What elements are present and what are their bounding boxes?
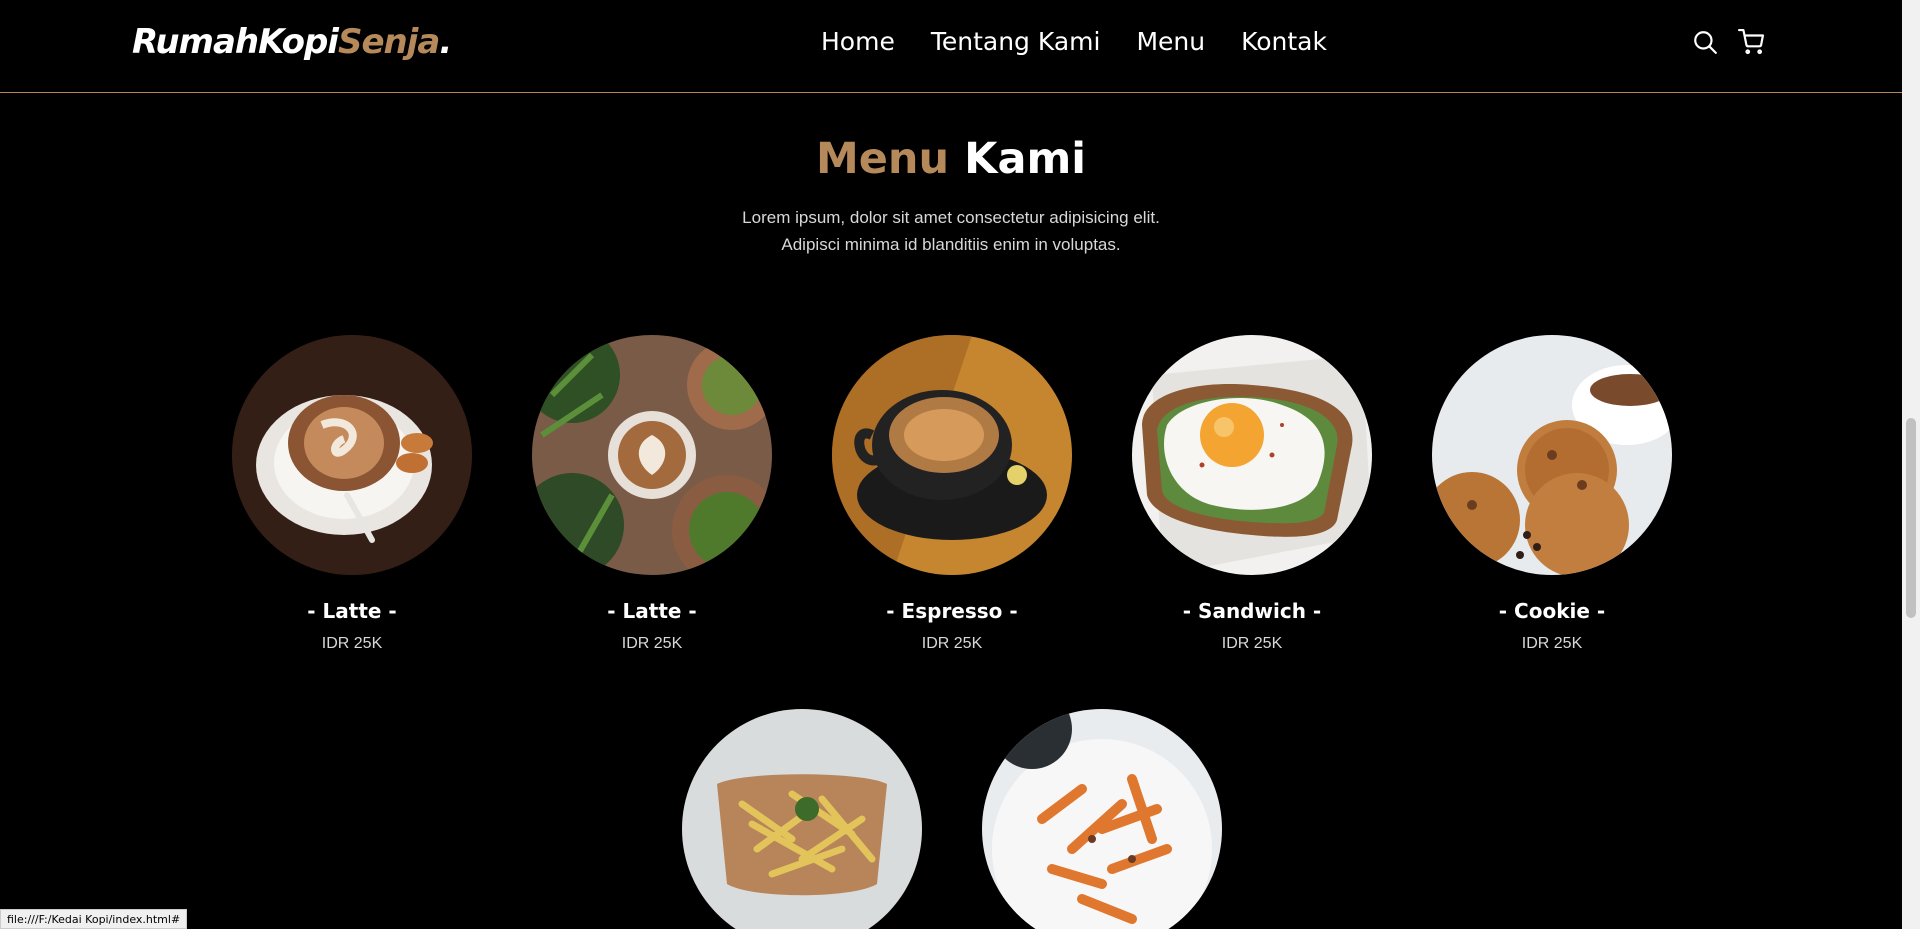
nav-tentang-kami[interactable]: Tentang Kami: [931, 27, 1101, 56]
menu-card-espresso[interactable]: - Espresso - IDR 25K: [832, 335, 1072, 653]
menu-item-price: IDR 25K: [621, 635, 683, 652]
espresso-image: [832, 335, 1072, 575]
pasta-image: [982, 709, 1222, 929]
latte-image: [232, 335, 472, 575]
menu-item-name: - Sandwich -: [1182, 599, 1322, 623]
latte-plants-image: [532, 335, 772, 575]
page: RumahKopiSenja. Home Tentang Kami Menu K…: [0, 0, 1920, 929]
section-description-line-1: Lorem ipsum, dolor sit amet consectetur …: [742, 208, 1160, 227]
brand-logo[interactable]: RumahKopiSenja.: [132, 22, 452, 62]
section-title-accent: Menu: [815, 134, 950, 184]
menu-card-sandwich[interactable]: - Sandwich - IDR 25K: [1132, 335, 1372, 653]
nav-kontak[interactable]: Kontak: [1241, 27, 1327, 56]
logo-main: RumahKopi: [132, 22, 339, 62]
nav-menu[interactable]: Menu: [1136, 27, 1205, 56]
logo-accent: Senja: [337, 22, 440, 62]
status-bar-url: file:///F:/Kedai Kopi/index.html#: [0, 909, 188, 929]
menu-item-price: IDR 25K: [1221, 635, 1283, 652]
menu-item-price: IDR 25K: [1521, 635, 1583, 652]
sandwich-image: [1132, 335, 1372, 575]
menu-item-name: - Latte -: [307, 599, 397, 623]
menu-item-price: IDR 25K: [921, 635, 983, 652]
menu-item-name: - Cookie -: [1498, 599, 1606, 623]
menu-item-name: - Latte -: [607, 599, 697, 623]
cookie-image: [1432, 335, 1672, 575]
menu-card-latte-1[interactable]: - Latte - IDR 25K: [232, 335, 472, 653]
nav-icons: [1692, 29, 1764, 55]
scrollbar-thumb[interactable]: [1906, 418, 1916, 618]
menu-card-fries[interactable]: [682, 709, 922, 929]
section-title-main: Kami: [964, 134, 1087, 184]
section-title: Menu Kami: [0, 134, 1902, 184]
menu-card-pasta[interactable]: [982, 709, 1222, 929]
logo-dot: .: [439, 22, 452, 62]
vertical-scrollbar[interactable]: [1902, 0, 1920, 929]
menu-item-price: IDR 25K: [321, 635, 383, 652]
menu-card-latte-2[interactable]: - Latte - IDR 25K: [532, 335, 772, 653]
section-description-line-2: Adipisci minima id blanditiis enim in vo…: [781, 235, 1121, 254]
fries-image: [682, 709, 922, 929]
cart-icon[interactable]: [1738, 29, 1764, 55]
search-icon[interactable]: [1692, 29, 1718, 55]
menu-item-name: - Espresso -: [886, 599, 1018, 623]
navbar: RumahKopiSenja. Home Tentang Kami Menu K…: [0, 0, 1902, 93]
menu-card-cookie[interactable]: - Cookie - IDR 25K: [1432, 335, 1672, 653]
nav-home[interactable]: Home: [821, 27, 895, 56]
section-description: Lorem ipsum, dolor sit amet consectetur …: [701, 204, 1201, 258]
nav-links: Home Tentang Kami Menu Kontak: [821, 27, 1327, 56]
